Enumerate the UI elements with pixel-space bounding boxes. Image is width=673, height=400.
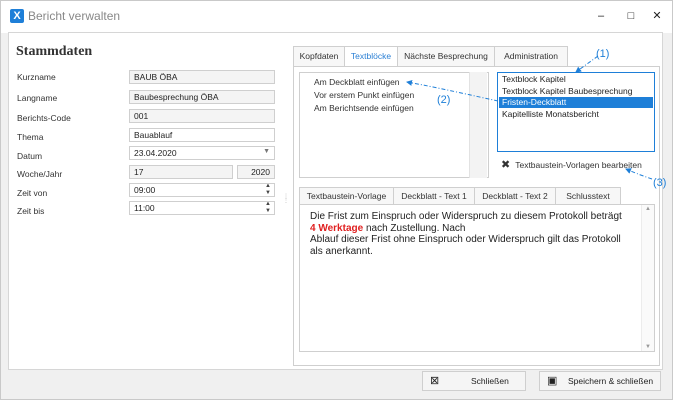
field-label-kurzname: Kurzname bbox=[17, 72, 56, 82]
scroll-down-icon[interactable]: ▼ bbox=[645, 344, 651, 350]
field-label-datum: Datum bbox=[17, 151, 43, 161]
editor-line: Ablauf dieser Frist ohne Einspruch oder … bbox=[310, 234, 621, 245]
datum-value: 23.04.2020 bbox=[134, 148, 177, 158]
field-label-langname: Langname bbox=[17, 93, 58, 103]
field-label-zeit-von: Zeit von bbox=[17, 188, 48, 198]
field-label-thema: Thema bbox=[17, 132, 44, 142]
save-icon: ▣ bbox=[547, 375, 558, 387]
tab-deckblatt-text-2[interactable]: Deckblatt - Text 2 bbox=[474, 187, 556, 205]
berichts-code-field[interactable]: 001 bbox=[129, 109, 275, 123]
editor-line: nach Zustellung. Nach bbox=[363, 222, 466, 234]
list-item[interactable]: Vor erstem Punkt einfügen bbox=[314, 90, 414, 100]
zeit-von-value: 09:00 bbox=[134, 185, 156, 195]
tab-label: Textbaustein-Vorlage bbox=[306, 191, 387, 201]
close-button-label: Schließen bbox=[471, 376, 509, 386]
splitter-handle[interactable]: ⋮ ⋮ bbox=[283, 194, 289, 204]
zeit-bis-time-field[interactable]: 11:00 ▲ ▼ bbox=[129, 201, 275, 215]
maximize-button[interactable]: □ bbox=[620, 7, 642, 25]
editor-scrollbar[interactable]: ▲ ▼ bbox=[641, 205, 654, 351]
title-bar: X Bericht verwalten – □ ✕ bbox=[1, 1, 672, 33]
thema-field[interactable]: Bauablauf bbox=[129, 128, 275, 142]
list-item[interactable]: Textblock Kapitel bbox=[499, 74, 653, 85]
list-item[interactable]: Kapitelliste Monatsbericht bbox=[499, 109, 653, 120]
tab-label: Schlusstext bbox=[566, 191, 610, 201]
field-label-zeit-bis: Zeit bis bbox=[17, 206, 45, 216]
list-item[interactable]: Textblock Kapitel Baubesprechung bbox=[499, 86, 653, 97]
langname-field[interactable]: Baubesprechung ÖBA bbox=[129, 90, 275, 104]
field-label-berichts-code: Berichts-Code bbox=[17, 113, 71, 123]
app-logo-icon: X bbox=[10, 9, 24, 23]
tab-naechste-besprechung[interactable]: Nächste Besprechung bbox=[397, 46, 495, 67]
close-box-icon: ⊠ bbox=[430, 375, 440, 387]
save-close-label: Speichern & schließen bbox=[568, 376, 654, 386]
zeit-von-time-field[interactable]: 09:00 ▲ ▼ bbox=[129, 183, 275, 197]
tools-icon: ✖ bbox=[501, 159, 511, 171]
window-title: Bericht verwalten bbox=[28, 9, 121, 23]
stammdaten-heading: Stammdaten bbox=[16, 44, 93, 59]
insert-position-list bbox=[299, 72, 489, 178]
editor-line: als anerkannt. bbox=[310, 245, 373, 257]
tab-schlusstext[interactable]: Schlusstext bbox=[555, 187, 621, 205]
edit-templates-label: Textbaustein-Vorlagen bearbeiten bbox=[515, 160, 642, 170]
save-close-button[interactable]: ▣ Speichern & schließen bbox=[539, 371, 661, 391]
kurzname-field[interactable]: BAUB ÖBA bbox=[129, 70, 275, 84]
tab-kopfdaten[interactable]: Kopfdaten bbox=[293, 46, 345, 67]
highlighted-deadline: 4 Werktage bbox=[310, 222, 364, 234]
list-item-selected[interactable]: Fristen-Deckblatt bbox=[499, 97, 653, 108]
editor-line: Die Frist zum Einspruch oder Widerspruch… bbox=[310, 211, 622, 222]
tab-deckblatt-text-1[interactable]: Deckblatt - Text 1 bbox=[393, 187, 475, 205]
annotation-label-1: (1) bbox=[596, 48, 610, 60]
edit-templates-button[interactable]: ✖ Textbaustein-Vorlagen bearbeiten bbox=[501, 158, 649, 172]
annotation-label-2: (2) bbox=[437, 94, 451, 106]
jahr-field[interactable]: 2020 bbox=[237, 165, 275, 179]
tab-label: Deckblatt - Text 1 bbox=[401, 191, 467, 201]
close-window-button[interactable]: ✕ bbox=[646, 7, 668, 25]
chevron-down-icon[interactable]: ▼ bbox=[263, 148, 270, 155]
editor-content[interactable]: Die Frist zum Einspruch oder Widerspruch… bbox=[310, 211, 640, 257]
scroll-up-icon[interactable]: ▲ bbox=[645, 206, 651, 212]
tab-textbloecke[interactable]: Textblöcke bbox=[344, 46, 398, 67]
annotation-label-3: (3) bbox=[653, 177, 667, 189]
spinner-arrows-icon[interactable]: ▲ ▼ bbox=[265, 184, 271, 196]
datum-date-picker[interactable]: 23.04.2020 ▼ bbox=[129, 146, 275, 160]
close-button[interactable]: ⊠ Schließen bbox=[422, 371, 526, 391]
tab-textbaustein-vorlage[interactable]: Textbaustein-Vorlage bbox=[299, 187, 394, 205]
list-item[interactable]: Am Deckblatt einfügen bbox=[314, 77, 400, 87]
zeit-bis-value: 11:00 bbox=[134, 203, 155, 213]
spinner-arrows-icon[interactable]: ▲ ▼ bbox=[265, 202, 271, 214]
scrollbar[interactable] bbox=[469, 72, 487, 178]
tab-label: Deckblatt - Text 2 bbox=[482, 191, 548, 201]
woche-field[interactable]: 17 bbox=[129, 165, 233, 179]
minimize-button[interactable]: – bbox=[590, 7, 612, 25]
list-item[interactable]: Am Berichtsende einfügen bbox=[314, 103, 414, 113]
field-label-woche-jahr: Woche/Jahr bbox=[17, 169, 63, 179]
tab-administration[interactable]: Administration bbox=[494, 46, 568, 67]
